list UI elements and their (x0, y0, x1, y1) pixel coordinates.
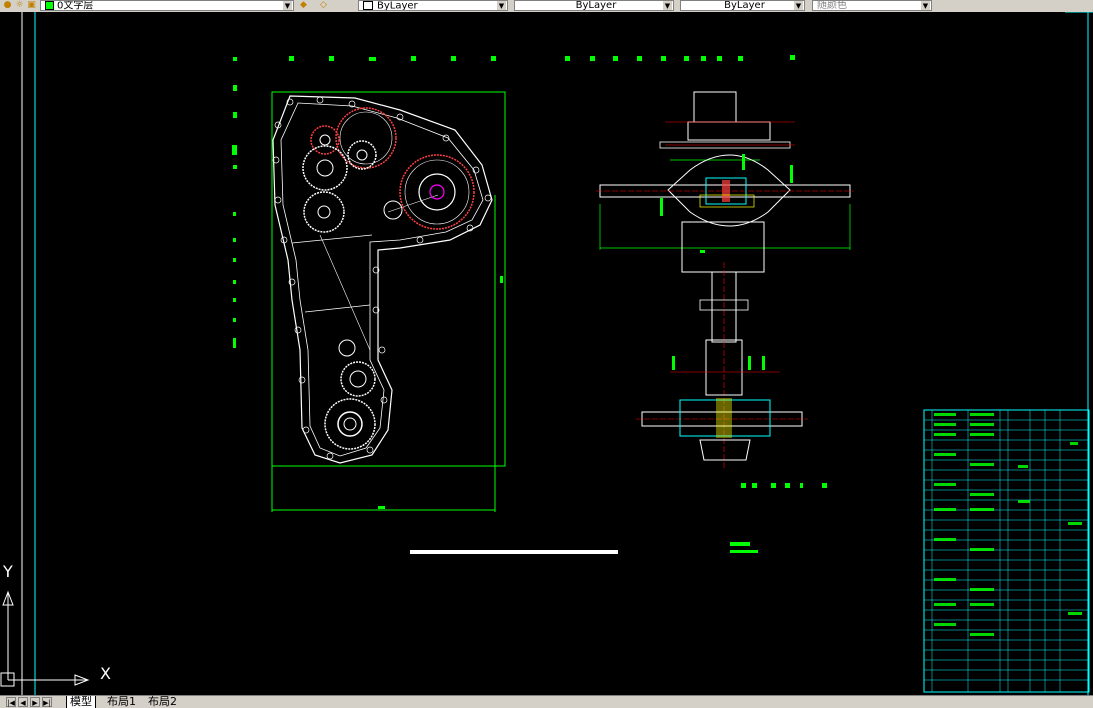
layer-previous-icon[interactable]: ◇ (318, 0, 329, 11)
tab-model[interactable]: 模型 (66, 696, 96, 708)
top-dimension-markers-left (233, 56, 496, 61)
lineweight-dropdown[interactable]: ByLayer ▼ (680, 0, 805, 11)
left-dimension-markers (232, 85, 237, 348)
chevron-down-icon[interactable]: ▼ (921, 1, 930, 10)
layer-color-swatch (45, 1, 54, 10)
tab-layout2[interactable]: 布局2 (145, 696, 180, 708)
parts-list-title-block (923, 409, 1090, 693)
next-tab-icon[interactable]: ▶ (30, 697, 40, 707)
chevron-down-icon[interactable]: ▼ (794, 1, 803, 10)
plot-style-dropdown[interactable]: 随颜色 ▼ (812, 0, 932, 11)
bottom-right-markers (730, 483, 827, 553)
drawing-canvas[interactable]: Y X (0, 12, 1093, 695)
chevron-down-icon[interactable]: ▼ (663, 1, 672, 10)
sun-icon[interactable]: ☼ (14, 0, 25, 11)
color-swatch (363, 1, 373, 10)
layout-tab-bar: |◀ ◀ ▶ ▶| 模型 布局1 布局2 (0, 695, 1093, 708)
layer-dropdown[interactable]: 0文字层 ▼ (40, 0, 294, 11)
prev-tab-icon[interactable]: ◀ (18, 697, 28, 707)
tab-layout1[interactable]: 布局1 (104, 696, 139, 708)
chevron-down-icon[interactable]: ▼ (497, 1, 506, 10)
ucs-x-label: X (100, 664, 111, 683)
gear-case-view (271, 91, 506, 512)
linetype-dropdown[interactable]: ByLayer ▼ (514, 0, 674, 11)
ucs-icon (0, 590, 90, 687)
lineweight-value: ByLayer (724, 0, 765, 11)
last-tab-icon[interactable]: ▶| (42, 697, 52, 707)
ucs-y-label: Y (3, 562, 13, 581)
make-current-layer-icon[interactable]: ◆ (298, 0, 309, 11)
plot-style-value: 随颜色 (817, 0, 847, 11)
color-value: ByLayer (377, 0, 418, 11)
linetype-value: ByLayer (575, 0, 617, 11)
top-dimension-markers-right (565, 55, 795, 61)
scale-bar (410, 550, 618, 554)
first-tab-icon[interactable]: |◀ (6, 697, 16, 707)
layer-state-icon[interactable]: ● (2, 0, 13, 11)
lock-icon[interactable]: ▣ (26, 0, 37, 11)
cad-drawing[interactable] (0, 12, 1093, 695)
chevron-down-icon[interactable]: ▼ (283, 1, 292, 10)
transmission-section-view (596, 91, 854, 470)
layer-name: 0文字层 (57, 0, 94, 11)
color-dropdown[interactable]: ByLayer ▼ (358, 0, 508, 11)
